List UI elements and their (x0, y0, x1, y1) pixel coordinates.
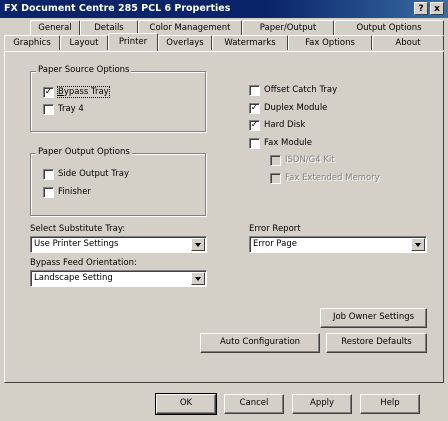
duplex-module-checkbox[interactable]: ✓ (249, 103, 260, 114)
fax-extended-memory-label: Fax Extended Memory (285, 173, 380, 183)
tab-label: Output Options (356, 23, 422, 33)
check-icon: ✓ (250, 103, 259, 113)
chevron-down-icon[interactable] (191, 238, 205, 251)
fax-module-checkbox[interactable] (249, 138, 260, 149)
ok-button[interactable]: OK (155, 393, 217, 415)
substitute-tray-label: Select Substitute Tray: (30, 224, 126, 234)
substitute-tray-value: Use Printer Settings (34, 239, 119, 249)
tab-label: Details (94, 23, 124, 33)
hard-disk-label: Hard Disk (264, 120, 306, 130)
bypass-feed-select[interactable]: Landscape Setting (30, 270, 207, 287)
tab-label: General (38, 23, 72, 33)
chevron-down-icon[interactable] (191, 272, 205, 285)
isdn-g4-kit-checkbox (270, 155, 281, 166)
bypass-feed-label: Bypass Feed Orientation: (30, 258, 137, 268)
hard-disk-checkbox[interactable]: ✓ (249, 120, 260, 131)
close-icon[interactable]: x (430, 2, 444, 15)
tab-fax-options[interactable]: Fax Options (288, 35, 372, 50)
side-output-tray-label: Side Output Tray (58, 169, 129, 179)
tray4-label: Tray 4 (58, 104, 84, 114)
apply-button[interactable]: Apply (292, 394, 352, 414)
tab-layout[interactable]: Layout (60, 35, 108, 50)
job-owner-settings-button[interactable]: Job Owner Settings (320, 308, 427, 328)
cancel-button[interactable]: Cancel (224, 394, 284, 414)
tray4-checkbox[interactable] (43, 104, 54, 115)
tab-overlays[interactable]: Overlays (158, 35, 212, 50)
error-report-label: Error Report (249, 224, 301, 234)
offset-catch-tray-label: Offset Catch Tray (264, 85, 338, 95)
offset-catch-tray-checkbox[interactable] (249, 85, 260, 96)
tab-output-options[interactable]: Output Options (334, 20, 444, 35)
restore-defaults-button[interactable]: Restore Defaults (326, 333, 427, 353)
paper-source-title: Paper Source Options (36, 65, 132, 75)
tab-label: About (395, 38, 421, 48)
check-icon: ✓ (250, 120, 259, 130)
tab-printer[interactable]: Printer (108, 33, 158, 51)
error-report-value: Error Page (253, 239, 297, 249)
help-button[interactable]: Help (360, 394, 420, 414)
finisher-checkbox[interactable] (43, 187, 54, 198)
auto-configuration-button[interactable]: Auto Configuration (200, 333, 320, 353)
error-report-select[interactable]: Error Page (249, 236, 427, 253)
tab-label: Paper/Output (259, 23, 317, 33)
paper-output-title: Paper Output Options (36, 147, 132, 157)
fax-module-label: Fax Module (264, 138, 312, 148)
tab-label: Printer (118, 37, 148, 47)
tab-label: Graphics (13, 38, 51, 48)
fax-extended-memory-checkbox (270, 173, 281, 184)
side-output-tray-checkbox[interactable] (43, 169, 54, 180)
duplex-module-label: Duplex Module (264, 103, 328, 113)
tab-general[interactable]: General (30, 20, 80, 35)
substitute-tray-select[interactable]: Use Printer Settings (30, 236, 207, 253)
tab-label: Watermarks (224, 38, 276, 48)
tab-about[interactable]: About (372, 35, 444, 50)
window-title: FX Document Centre 285 PCL 6 Properties (4, 3, 231, 14)
tab-graphics[interactable]: Graphics (4, 35, 60, 50)
bypass-tray-checkbox[interactable]: ✓ (43, 87, 54, 98)
finisher-label: Finisher (58, 187, 91, 197)
tab-label: Color Management (149, 23, 231, 33)
chevron-down-icon[interactable] (411, 238, 425, 251)
bypass-tray-label: Bypass Tray (57, 86, 110, 98)
tab-paper-output[interactable]: Paper/Output (242, 20, 334, 35)
paper-output-group (30, 153, 206, 216)
tab-label: Overlays (166, 38, 204, 48)
bypass-feed-value: Landscape Setting (34, 273, 113, 283)
tab-label: Fax Options (305, 38, 355, 48)
tab-watermarks[interactable]: Watermarks (212, 35, 288, 50)
isdn-g4-kit-label: ISDN/G4 Kit (285, 155, 335, 165)
bypass-tray-text: ypass Tray (63, 87, 109, 97)
tab-label: Layout (69, 38, 99, 48)
title-bar[interactable]: FX Document Centre 285 PCL 6 Properties … (0, 0, 448, 18)
help-icon[interactable]: ? (414, 2, 428, 15)
check-icon: ✓ (44, 87, 53, 97)
paper-source-group (30, 71, 206, 132)
